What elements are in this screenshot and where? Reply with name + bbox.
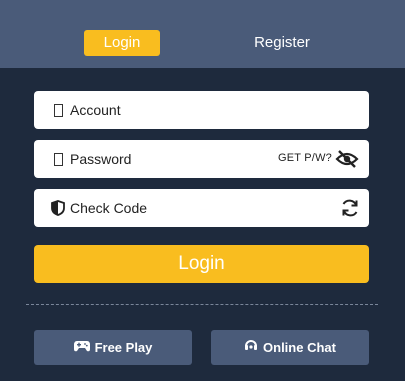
tab-login[interactable]: Login xyxy=(84,30,160,56)
password-input[interactable] xyxy=(70,140,270,178)
user-icon xyxy=(50,102,66,118)
online-chat-button[interactable]: Online Chat xyxy=(211,330,369,365)
gamepad-icon xyxy=(73,330,90,365)
login-button[interactable]: Login xyxy=(34,245,369,283)
lock-icon xyxy=(50,151,66,167)
tab-register[interactable]: Register xyxy=(236,30,328,56)
online-chat-label: Online Chat xyxy=(263,340,336,355)
shield-icon xyxy=(50,200,66,216)
account-input[interactable] xyxy=(70,91,350,129)
divider xyxy=(26,304,378,305)
eye-slash-icon[interactable] xyxy=(335,149,359,169)
check-code-field xyxy=(34,189,369,227)
refresh-icon[interactable] xyxy=(340,198,360,218)
get-password-link[interactable]: GET P/W? xyxy=(278,152,332,164)
account-field xyxy=(34,91,369,129)
free-play-button[interactable]: Free Play xyxy=(34,330,192,365)
free-play-label: Free Play xyxy=(94,340,153,355)
tab-header: Login Register xyxy=(0,0,405,68)
headset-icon xyxy=(244,330,258,365)
check-code-input[interactable] xyxy=(70,189,320,227)
password-field: GET P/W? xyxy=(34,140,369,178)
